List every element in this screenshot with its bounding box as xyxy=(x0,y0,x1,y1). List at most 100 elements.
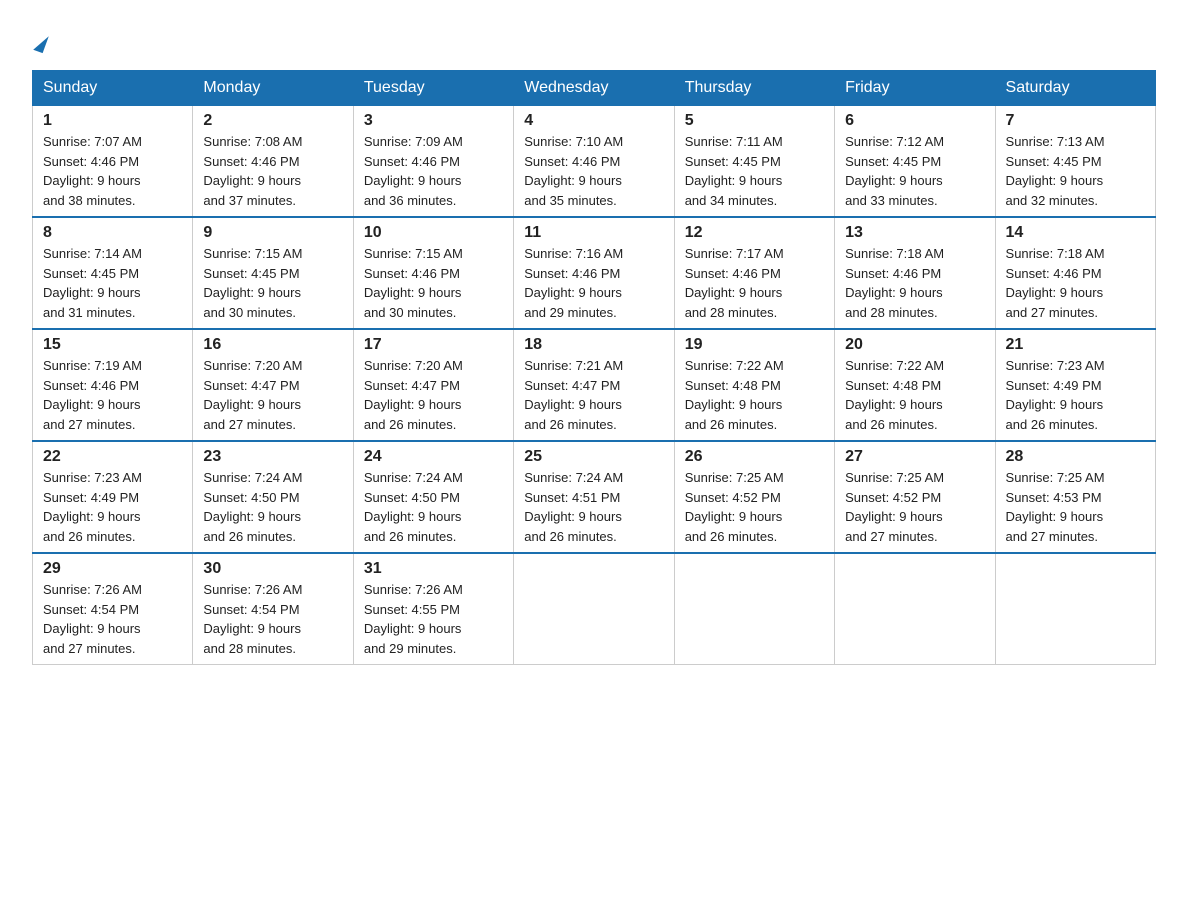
day-number: 28 xyxy=(1006,448,1145,466)
day-number: 25 xyxy=(524,448,663,466)
day-number: 11 xyxy=(524,224,663,242)
day-number: 10 xyxy=(364,224,503,242)
calendar-cell: 17 Sunrise: 7:20 AMSunset: 4:47 PMDayligh… xyxy=(353,329,513,441)
day-detail: Sunrise: 7:25 AMSunset: 4:53 PMDaylight:… xyxy=(1006,468,1145,546)
day-detail: Sunrise: 7:07 AMSunset: 4:46 PMDaylight:… xyxy=(43,132,182,210)
calendar-cell: 18 Sunrise: 7:21 AMSunset: 4:47 PMDayligh… xyxy=(514,329,674,441)
day-detail: Sunrise: 7:10 AMSunset: 4:46 PMDaylight:… xyxy=(524,132,663,210)
calendar-cell: 8 Sunrise: 7:14 AMSunset: 4:45 PMDaylight… xyxy=(33,217,193,329)
day-detail: Sunrise: 7:13 AMSunset: 4:45 PMDaylight:… xyxy=(1006,132,1145,210)
calendar-week-row: 22 Sunrise: 7:23 AMSunset: 4:49 PMDayligh… xyxy=(33,441,1156,553)
calendar-cell: 27 Sunrise: 7:25 AMSunset: 4:52 PMDayligh… xyxy=(835,441,995,553)
calendar-cell: 2 Sunrise: 7:08 AMSunset: 4:46 PMDaylight… xyxy=(193,106,353,218)
logo xyxy=(32,28,46,52)
day-number: 3 xyxy=(364,112,503,130)
calendar-cell: 14Sunrise: 7:18 AMSunset: 4:46 PMDayligh… xyxy=(995,217,1155,329)
calendar-cell: 3 Sunrise: 7:09 AMSunset: 4:46 PMDaylight… xyxy=(353,106,513,218)
calendar-cell: 29Sunrise: 7:26 AMSunset: 4:54 PMDayligh… xyxy=(33,553,193,665)
calendar-cell: 11 Sunrise: 7:16 AMSunset: 4:46 PMDayligh… xyxy=(514,217,674,329)
calendar-cell: 9Sunrise: 7:15 AMSunset: 4:45 PMDaylight… xyxy=(193,217,353,329)
calendar-week-row: 1 Sunrise: 7:07 AMSunset: 4:46 PMDaylight… xyxy=(33,106,1156,218)
day-number: 30 xyxy=(203,560,342,578)
page-header xyxy=(32,24,1156,52)
day-detail: Sunrise: 7:08 AMSunset: 4:46 PMDaylight:… xyxy=(203,132,342,210)
day-detail: Sunrise: 7:15 AMSunset: 4:46 PMDaylight:… xyxy=(364,244,503,322)
day-detail: Sunrise: 7:26 AMSunset: 4:55 PMDaylight:… xyxy=(364,580,503,658)
day-detail: Sunrise: 7:14 AMSunset: 4:45 PMDaylight:… xyxy=(43,244,182,322)
calendar-week-row: 29Sunrise: 7:26 AMSunset: 4:54 PMDayligh… xyxy=(33,553,1156,665)
day-number: 19 xyxy=(685,336,824,354)
header-saturday: Saturday xyxy=(995,71,1155,106)
calendar-cell xyxy=(835,553,995,665)
calendar-cell: 28 Sunrise: 7:25 AMSunset: 4:53 PMDayligh… xyxy=(995,441,1155,553)
calendar-cell: 1 Sunrise: 7:07 AMSunset: 4:46 PMDaylight… xyxy=(33,106,193,218)
day-detail: Sunrise: 7:09 AMSunset: 4:46 PMDaylight:… xyxy=(364,132,503,210)
calendar-table: SundayMondayTuesdayWednesdayThursdayFrid… xyxy=(32,70,1156,665)
day-number: 18 xyxy=(524,336,663,354)
header-thursday: Thursday xyxy=(674,71,834,106)
calendar-week-row: 15 Sunrise: 7:19 AMSunset: 4:46 PMDayligh… xyxy=(33,329,1156,441)
calendar-header-row: SundayMondayTuesdayWednesdayThursdayFrid… xyxy=(33,71,1156,106)
calendar-cell: 19 Sunrise: 7:22 AMSunset: 4:48 PMDayligh… xyxy=(674,329,834,441)
day-number: 29 xyxy=(43,560,182,578)
calendar-cell: 25 Sunrise: 7:24 AMSunset: 4:51 PMDayligh… xyxy=(514,441,674,553)
day-detail: Sunrise: 7:24 AMSunset: 4:50 PMDaylight:… xyxy=(364,468,503,546)
header-sunday: Sunday xyxy=(33,71,193,106)
day-number: 7 xyxy=(1006,112,1145,130)
day-number: 8 xyxy=(43,224,182,242)
day-detail: Sunrise: 7:25 AMSunset: 4:52 PMDaylight:… xyxy=(845,468,984,546)
calendar-cell: 23 Sunrise: 7:24 AMSunset: 4:50 PMDayligh… xyxy=(193,441,353,553)
day-detail: Sunrise: 7:24 AMSunset: 4:50 PMDaylight:… xyxy=(203,468,342,546)
day-detail: Sunrise: 7:12 AMSunset: 4:45 PMDaylight:… xyxy=(845,132,984,210)
day-number: 24 xyxy=(364,448,503,466)
day-number: 6 xyxy=(845,112,984,130)
calendar-cell: 24 Sunrise: 7:24 AMSunset: 4:50 PMDayligh… xyxy=(353,441,513,553)
day-number: 27 xyxy=(845,448,984,466)
calendar-cell xyxy=(514,553,674,665)
day-number: 22 xyxy=(43,448,182,466)
calendar-cell: 21Sunrise: 7:23 AMSunset: 4:49 PMDayligh… xyxy=(995,329,1155,441)
calendar-cell: 6 Sunrise: 7:12 AMSunset: 4:45 PMDaylight… xyxy=(835,106,995,218)
calendar-cell xyxy=(674,553,834,665)
day-detail: Sunrise: 7:21 AMSunset: 4:47 PMDaylight:… xyxy=(524,356,663,434)
calendar-cell: 22 Sunrise: 7:23 AMSunset: 4:49 PMDayligh… xyxy=(33,441,193,553)
calendar-week-row: 8 Sunrise: 7:14 AMSunset: 4:45 PMDaylight… xyxy=(33,217,1156,329)
day-detail: Sunrise: 7:22 AMSunset: 4:48 PMDaylight:… xyxy=(845,356,984,434)
day-detail: Sunrise: 7:16 AMSunset: 4:46 PMDaylight:… xyxy=(524,244,663,322)
day-number: 26 xyxy=(685,448,824,466)
day-detail: Sunrise: 7:23 AMSunset: 4:49 PMDaylight:… xyxy=(43,468,182,546)
day-number: 13 xyxy=(845,224,984,242)
day-detail: Sunrise: 7:20 AMSunset: 4:47 PMDaylight:… xyxy=(364,356,503,434)
day-number: 1 xyxy=(43,112,182,130)
calendar-cell: 4 Sunrise: 7:10 AMSunset: 4:46 PMDaylight… xyxy=(514,106,674,218)
day-number: 2 xyxy=(203,112,342,130)
calendar-cell: 15 Sunrise: 7:19 AMSunset: 4:46 PMDayligh… xyxy=(33,329,193,441)
day-number: 15 xyxy=(43,336,182,354)
header-friday: Friday xyxy=(835,71,995,106)
day-number: 12 xyxy=(685,224,824,242)
calendar-cell: 13 Sunrise: 7:18 AMSunset: 4:46 PMDayligh… xyxy=(835,217,995,329)
calendar-cell: 5Sunrise: 7:11 AMSunset: 4:45 PMDaylight… xyxy=(674,106,834,218)
day-detail: Sunrise: 7:17 AMSunset: 4:46 PMDaylight:… xyxy=(685,244,824,322)
header-wednesday: Wednesday xyxy=(514,71,674,106)
day-detail: Sunrise: 7:19 AMSunset: 4:46 PMDaylight:… xyxy=(43,356,182,434)
logo-triangle-icon xyxy=(33,33,49,53)
day-detail: Sunrise: 7:18 AMSunset: 4:46 PMDaylight:… xyxy=(845,244,984,322)
day-number: 31 xyxy=(364,560,503,578)
calendar-cell: 10 Sunrise: 7:15 AMSunset: 4:46 PMDayligh… xyxy=(353,217,513,329)
calendar-cell xyxy=(995,553,1155,665)
day-detail: Sunrise: 7:15 AMSunset: 4:45 PMDaylight:… xyxy=(203,244,342,322)
calendar-cell: 20 Sunrise: 7:22 AMSunset: 4:48 PMDayligh… xyxy=(835,329,995,441)
day-detail: Sunrise: 7:25 AMSunset: 4:52 PMDaylight:… xyxy=(685,468,824,546)
day-number: 23 xyxy=(203,448,342,466)
day-detail: Sunrise: 7:11 AMSunset: 4:45 PMDaylight:… xyxy=(685,132,824,210)
day-detail: Sunrise: 7:22 AMSunset: 4:48 PMDaylight:… xyxy=(685,356,824,434)
day-number: 14 xyxy=(1006,224,1145,242)
calendar-cell: 31 Sunrise: 7:26 AMSunset: 4:55 PMDayligh… xyxy=(353,553,513,665)
day-number: 20 xyxy=(845,336,984,354)
day-detail: Sunrise: 7:24 AMSunset: 4:51 PMDaylight:… xyxy=(524,468,663,546)
day-number: 4 xyxy=(524,112,663,130)
day-detail: Sunrise: 7:20 AMSunset: 4:47 PMDaylight:… xyxy=(203,356,342,434)
day-number: 17 xyxy=(364,336,503,354)
calendar-cell: 30Sunrise: 7:26 AMSunset: 4:54 PMDayligh… xyxy=(193,553,353,665)
